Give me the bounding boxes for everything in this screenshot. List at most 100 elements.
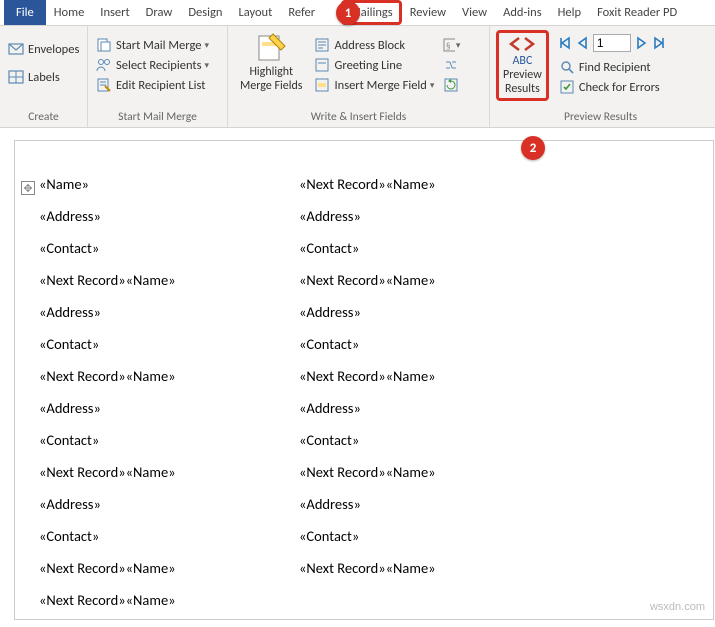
merge-field-nextrecord-name: «Next Record»«Name» bbox=[299, 271, 553, 289]
match-fields-icon bbox=[443, 57, 459, 73]
select-recipients-button[interactable]: Select Recipients ▾ bbox=[94, 56, 211, 74]
tab-insert[interactable]: Insert bbox=[92, 0, 137, 25]
chevron-down-icon: ▾ bbox=[456, 40, 461, 51]
document-page: ✥ «Name» «Address» «Contact» «Next Recor… bbox=[14, 140, 714, 620]
merge-field-address: «Address» bbox=[299, 495, 553, 513]
check-errors-label: Check for Errors bbox=[579, 80, 660, 95]
start-mail-merge-label: Start Mail Merge bbox=[116, 38, 201, 53]
rules-button[interactable]: §▾ bbox=[442, 36, 460, 54]
merge-field-contact: «Contact» bbox=[299, 239, 553, 257]
label-grid: «Name» «Address» «Contact» «Next Record»… bbox=[39, 175, 713, 620]
labels-button[interactable]: Labels bbox=[6, 68, 81, 86]
labels-icon bbox=[8, 69, 24, 85]
greeting-icon bbox=[314, 57, 330, 73]
record-number-input[interactable] bbox=[593, 34, 631, 52]
merge-field-nextrecord-name: «Next Record»«Name» bbox=[39, 463, 293, 481]
insert-merge-field-label: Insert Merge Field bbox=[334, 78, 426, 93]
find-recipient-button[interactable]: Find Recipient bbox=[557, 58, 667, 76]
tab-view[interactable]: View bbox=[454, 0, 495, 25]
tab-home[interactable]: Home bbox=[46, 0, 93, 25]
tab-help[interactable]: Help bbox=[550, 0, 589, 25]
find-recipient-label: Find Recipient bbox=[579, 60, 651, 75]
find-icon bbox=[559, 59, 575, 75]
preview-abc-label: ABC bbox=[512, 55, 532, 69]
merge-field-nextrecord-name: «Next Record»«Name» bbox=[39, 367, 293, 385]
address-block-button[interactable]: Address Block bbox=[312, 36, 436, 54]
preview-results-highlight: ABC Preview Results bbox=[496, 30, 549, 101]
update-labels-button[interactable] bbox=[442, 76, 460, 94]
start-mail-merge-button[interactable]: Start Mail Merge ▾ bbox=[94, 36, 211, 54]
merge-field-contact: «Contact» bbox=[299, 527, 553, 545]
chevron-down-icon: ▾ bbox=[204, 60, 209, 71]
highlight-label-1: Highlight bbox=[249, 66, 293, 80]
group-create-label: Create bbox=[6, 108, 81, 127]
highlight-merge-fields-button[interactable]: Highlight Merge Fields bbox=[234, 30, 308, 94]
next-record-icon[interactable] bbox=[633, 35, 649, 51]
group-preview-label: Preview Results bbox=[496, 108, 694, 127]
preview-results-button[interactable]: ABC Preview Results bbox=[501, 35, 544, 96]
preview-label-2: Results bbox=[505, 83, 540, 97]
tab-file[interactable]: File bbox=[4, 0, 46, 25]
tab-addins[interactable]: Add-ins bbox=[495, 0, 550, 25]
table-anchor-icon[interactable]: ✥ bbox=[21, 181, 35, 195]
merge-field-nextrecord-name: «Next Record»«Name» bbox=[299, 559, 553, 577]
record-navigator bbox=[557, 34, 667, 52]
merge-field-contact: «Contact» bbox=[39, 431, 293, 449]
merge-field-name: «Name» bbox=[39, 175, 293, 193]
edit-list-icon bbox=[96, 77, 112, 93]
chevron-down-icon: ▾ bbox=[430, 80, 435, 91]
merge-field-address: «Address» bbox=[39, 303, 293, 321]
merge-field-address: «Address» bbox=[299, 207, 553, 225]
preview-label-1: Preview bbox=[503, 69, 542, 83]
merge-field-contact: «Contact» bbox=[299, 431, 553, 449]
tab-references[interactable]: Refer bbox=[280, 0, 323, 25]
address-block-icon bbox=[314, 37, 330, 53]
highlight-label-2: Merge Fields bbox=[240, 80, 302, 94]
labels-label: Labels bbox=[28, 70, 60, 85]
insert-field-icon bbox=[314, 77, 330, 93]
prev-record-icon[interactable] bbox=[575, 35, 591, 51]
group-write-insert: Highlight Merge Fields Address Block Gre… bbox=[228, 26, 490, 127]
callout-2: 2 bbox=[521, 136, 545, 160]
merge-field-address: «Address» bbox=[39, 207, 293, 225]
tab-foxit[interactable]: Foxit Reader PD bbox=[589, 0, 685, 25]
recipients-icon bbox=[96, 57, 112, 73]
tab-review[interactable]: Review bbox=[402, 0, 454, 25]
check-errors-icon bbox=[559, 79, 575, 95]
merge-field-contact: «Contact» bbox=[39, 527, 293, 545]
watermark: wsxdn.com bbox=[650, 601, 705, 613]
merge-field-address: «Address» bbox=[299, 399, 553, 417]
edit-recipient-list-button[interactable]: Edit Recipient List bbox=[94, 76, 211, 94]
callout-1: 1 bbox=[336, 1, 360, 25]
merge-field-nextrecord-name: «Next Record»«Name» bbox=[299, 367, 553, 385]
group-preview-results: ABC Preview Results Find Recipient bbox=[490, 26, 700, 127]
last-record-icon[interactable] bbox=[651, 35, 667, 51]
merge-field-address: «Address» bbox=[39, 399, 293, 417]
mail-merge-icon bbox=[96, 37, 112, 53]
tab-layout[interactable]: Layout bbox=[230, 0, 280, 25]
envelopes-button[interactable]: Envelopes bbox=[6, 40, 81, 58]
group-start-label: Start Mail Merge bbox=[94, 108, 221, 127]
merge-field-contact: «Contact» bbox=[299, 335, 553, 353]
match-fields-button[interactable] bbox=[442, 56, 460, 74]
first-record-icon[interactable] bbox=[557, 35, 573, 51]
merge-field-address: «Address» bbox=[299, 303, 553, 321]
insert-merge-field-button[interactable]: Insert Merge Field ▾ bbox=[312, 76, 436, 94]
rules-icon: § bbox=[442, 37, 454, 53]
tab-draw[interactable]: Draw bbox=[138, 0, 181, 25]
edit-recipient-list-label: Edit Recipient List bbox=[116, 78, 206, 93]
merge-field-contact: «Contact» bbox=[39, 335, 293, 353]
ribbon: Envelopes Labels Create Start Mail Merge… bbox=[0, 26, 715, 128]
label-cell: «Next Record»«Name» «Address» «Contact» … bbox=[299, 175, 559, 591]
greeting-line-button[interactable]: Greeting Line bbox=[312, 56, 436, 74]
group-write-label: Write & Insert Fields bbox=[234, 108, 483, 127]
merge-field-nextrecord-name: «Next Record»«Name» bbox=[39, 271, 293, 289]
envelopes-label: Envelopes bbox=[28, 42, 79, 57]
tab-design[interactable]: Design bbox=[180, 0, 230, 25]
svg-text:§: § bbox=[446, 41, 451, 52]
merge-field-nextrecord-name: «Next Record»«Name» bbox=[299, 463, 553, 481]
merge-field-nextrecord-name: «Next Record»«Name» bbox=[39, 559, 293, 577]
preview-arrows-icon bbox=[507, 35, 537, 53]
merge-field-nextrecord-name: «Next Record»«Name» bbox=[39, 591, 193, 609]
check-errors-button[interactable]: Check for Errors bbox=[557, 78, 667, 96]
